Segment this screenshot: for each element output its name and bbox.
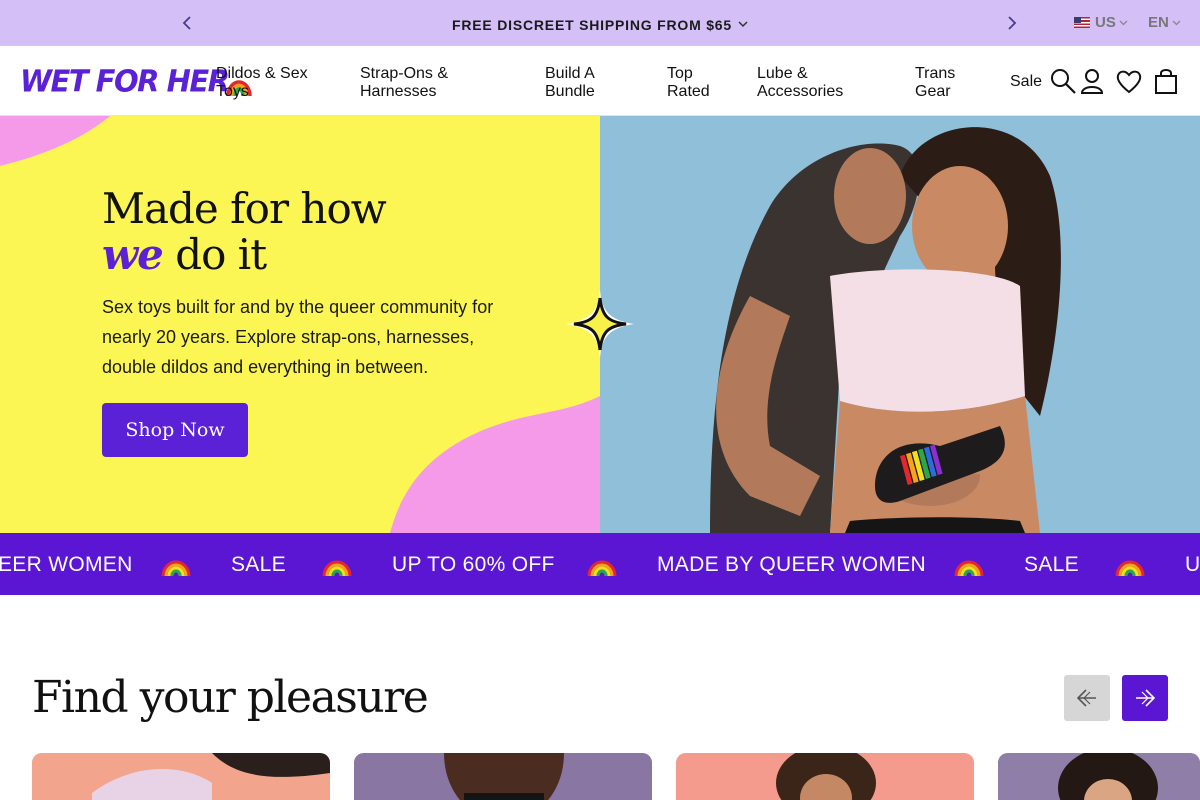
language-code: EN [1148, 14, 1169, 31]
nav-build-a-bundle[interactable]: Build A Bundle [545, 65, 595, 101]
nav-label-line1: Dildos & Sex [216, 65, 308, 82]
rainbow-icon [161, 560, 191, 577]
arrow-left-icon [1076, 689, 1096, 707]
category-card-image [354, 753, 652, 800]
rainbow-icon [1115, 560, 1145, 577]
announcement-next-arrow[interactable] [1001, 12, 1023, 34]
category-card[interactable] [32, 753, 330, 800]
hero-text-panel: Made for how we do it Sex toys built for… [0, 116, 600, 533]
section-title: Find your pleasure [32, 672, 429, 723]
ticker-text: EER WOMEN [0, 553, 133, 576]
ticker-text: UP TO 60% OFF [392, 553, 555, 576]
ticker-text: U [1185, 553, 1200, 576]
chevron-down-icon [1119, 20, 1128, 25]
nav-trans-gear[interactable]: Trans Gear [915, 65, 955, 101]
category-card-image [32, 753, 330, 800]
hero-subcopy: Sex toys built for and by the queer comm… [102, 297, 494, 377]
country-selector[interactable]: US [1074, 14, 1128, 31]
chevron-right-icon [1008, 16, 1017, 30]
category-card[interactable] [676, 753, 974, 800]
hero-headline-rest: do it [162, 230, 267, 279]
announcement-text: FREE DISCREET SHIPPING FROM $65 [452, 17, 732, 33]
wishlist-heart-icon[interactable] [1115, 67, 1143, 95]
nav-label-line1: Top [667, 65, 693, 82]
rainbow-icon [322, 560, 352, 577]
chevron-down-icon [1172, 20, 1181, 25]
promo-ticker: EER WOMEN SALE UP TO 60% OFF MADE BY QUE… [0, 533, 1200, 595]
nav-label-line2: Rated [667, 83, 710, 100]
country-code: US [1095, 14, 1116, 31]
language-selector[interactable]: EN [1148, 14, 1181, 31]
nav-label-line1: Build A [545, 65, 595, 82]
hero-headline-line2: we do it [102, 232, 386, 278]
ticker-text: MADE BY QUEER WOMEN [657, 553, 927, 576]
category-card[interactable] [354, 753, 652, 800]
site-header: WET FOR HER Dildos & Sex Toys Strap-Ons … [0, 46, 1200, 116]
category-card[interactable] [998, 753, 1200, 800]
nav-label-line2: Bundle [545, 83, 595, 100]
nav-label-line1: Lube & [757, 65, 808, 82]
carousel-prev-button[interactable] [1064, 675, 1110, 721]
us-flag-icon [1074, 17, 1090, 28]
category-card-image [998, 753, 1200, 800]
category-card-image [676, 753, 974, 800]
announcement-bar: FREE DISCREET SHIPPING FROM $65 US EN [0, 0, 1200, 46]
rainbow-icon [587, 560, 617, 577]
nav-sale[interactable]: Sale [1010, 73, 1042, 91]
nav-lube-accessories[interactable]: Lube & Accessories [757, 65, 843, 101]
nav-label-line2: Accessories [757, 83, 844, 100]
nav-label-line1: Trans [915, 65, 956, 82]
hero-image [600, 116, 1200, 533]
hero-banner: Made for how we do it Sex toys built for… [0, 116, 1200, 533]
nav-top-rated[interactable]: Top Rated [667, 65, 710, 101]
nav-label-line2: Harnesses [360, 83, 437, 100]
cart-bag-icon[interactable] [1152, 67, 1180, 95]
nav-label-line2: Toys [216, 83, 249, 100]
hero-photo-illustration [600, 116, 1200, 533]
sparkle-icon [566, 290, 634, 358]
nav-label-line2: Gear [915, 83, 951, 100]
ticker-text: SALE [1024, 553, 1079, 576]
hero-headline-emphasis: we [102, 230, 164, 279]
chevron-down-icon [738, 15, 748, 31]
nav-dildos-sex-toys[interactable]: Dildos & Sex Toys [216, 65, 308, 101]
ticker-text: SALE [231, 553, 286, 576]
rainbow-icon [954, 560, 984, 577]
account-icon[interactable] [1078, 67, 1106, 95]
nav-strap-ons-harnesses[interactable]: Strap-Ons & Harnesses [360, 65, 448, 101]
hero-headline: Made for how we do it [102, 184, 387, 278]
carousel-next-button[interactable] [1122, 675, 1168, 721]
search-icon[interactable] [1049, 67, 1077, 95]
arrow-right-icon [1136, 689, 1156, 707]
nav-label-line1: Strap-Ons & [360, 65, 449, 82]
logo-text: WET FOR HER [20, 63, 230, 99]
shop-now-button[interactable]: Shop Now [102, 403, 248, 457]
hero-headline-line1: Made for how [102, 184, 387, 233]
